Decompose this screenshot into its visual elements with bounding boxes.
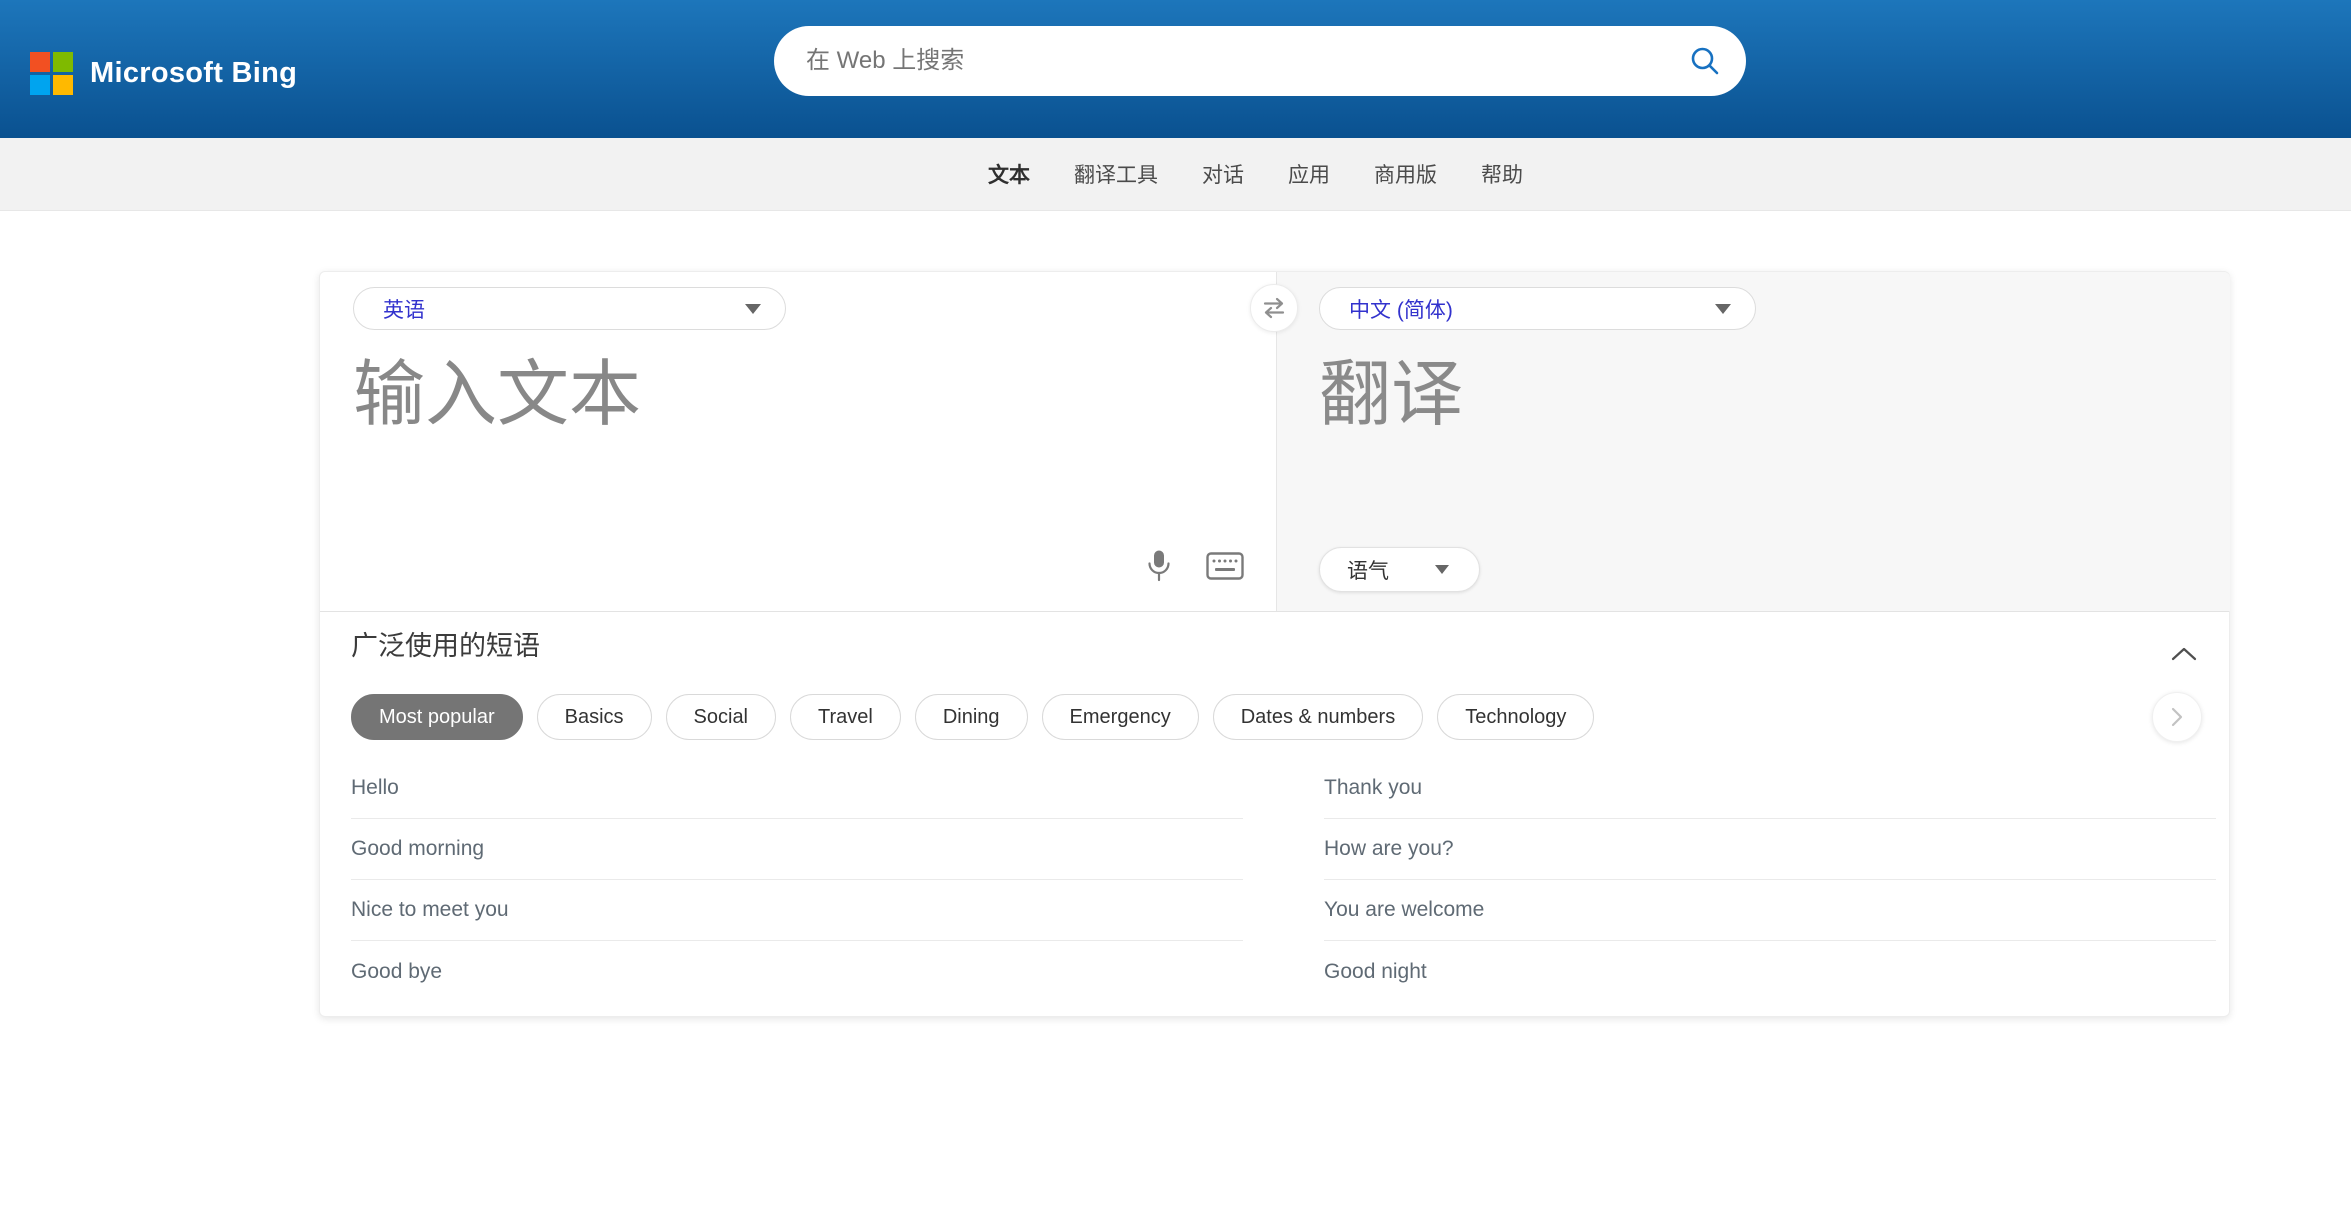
- category-travel[interactable]: Travel: [790, 694, 901, 740]
- chevron-down-icon: [1435, 565, 1449, 574]
- category-technology[interactable]: Technology: [1437, 694, 1595, 740]
- category-emergency[interactable]: Emergency: [1041, 694, 1199, 740]
- translator-nav: 文本 翻译工具 对话 应用 商用版 帮助: [0, 138, 2351, 211]
- tab-conversation[interactable]: 对话: [1202, 159, 1244, 189]
- section-divider: [320, 611, 2229, 612]
- tab-business[interactable]: 商用版: [1374, 159, 1437, 189]
- source-text-input[interactable]: 输入文本: [320, 332, 1275, 610]
- source-language-label: 英语: [383, 298, 425, 322]
- tab-apps[interactable]: 应用: [1288, 159, 1330, 189]
- header: Microsoft Bing: [0, 0, 2351, 138]
- categories-next-button[interactable]: [2152, 692, 2202, 742]
- brand-title: Microsoft Bing: [90, 57, 298, 89]
- category-social[interactable]: Social: [665, 694, 777, 740]
- target-language-label: 中文 (简体): [1349, 298, 1453, 322]
- phrase-item[interactable]: Good morning: [351, 819, 1243, 880]
- swap-icon: [1263, 297, 1285, 319]
- web-search-box: [774, 26, 1746, 96]
- phrases-list: Hello Good morning Nice to meet you Good…: [351, 758, 2216, 1002]
- phrases-left-column: Hello Good morning Nice to meet you Good…: [351, 758, 1243, 1002]
- nav-tabs: 文本 翻译工具 对话 应用 商用版 帮助: [988, 138, 1523, 210]
- category-basics[interactable]: Basics: [536, 694, 652, 740]
- phrase-item[interactable]: You are welcome: [1324, 880, 2216, 941]
- category-dates-numbers[interactable]: Dates & numbers: [1212, 694, 1424, 740]
- tab-translation-tools[interactable]: 翻译工具: [1074, 159, 1158, 189]
- tone-selector[interactable]: 语气: [1319, 547, 1480, 592]
- source-language-selector[interactable]: 英语: [353, 287, 786, 330]
- phrases-right-column: Thank you How are you? You are welcome G…: [1324, 758, 2216, 1002]
- translator-card: 英语 中文 (简体) 输入文本 翻译 语气 广泛使用的短语 Most popul…: [319, 271, 2230, 1017]
- phrase-item[interactable]: Hello: [351, 758, 1243, 819]
- phrase-item[interactable]: How are you?: [1324, 819, 2216, 880]
- phrase-item[interactable]: Nice to meet you: [351, 880, 1243, 941]
- tone-label: 语气: [1347, 559, 1389, 583]
- microphone-icon[interactable]: [1137, 544, 1181, 588]
- target-placeholder: 翻译: [1319, 355, 1464, 435]
- phrase-category-chips: Most popular Basics Social Travel Dining…: [351, 694, 1595, 740]
- chevron-down-icon: [1715, 303, 1731, 314]
- phrases-section-title: 广泛使用的短语: [351, 631, 540, 661]
- phrase-item[interactable]: Good bye: [351, 941, 1243, 1002]
- collapse-chevron-up-icon[interactable]: [2167, 639, 2201, 669]
- microsoft-logo-icon: [30, 52, 73, 95]
- bing-home-link[interactable]: Microsoft Bing: [30, 52, 297, 95]
- source-placeholder: 输入文本: [353, 355, 642, 435]
- tab-help[interactable]: 帮助: [1481, 159, 1523, 189]
- category-most-popular[interactable]: Most popular: [351, 694, 523, 740]
- category-dining[interactable]: Dining: [914, 694, 1028, 740]
- phrase-item[interactable]: Thank you: [1324, 758, 2216, 819]
- keyboard-icon[interactable]: [1203, 544, 1247, 588]
- chevron-down-icon: [745, 303, 761, 314]
- search-icon[interactable]: [1688, 44, 1722, 78]
- search-input[interactable]: [806, 47, 1688, 75]
- tab-text[interactable]: 文本: [988, 159, 1030, 189]
- target-language-selector[interactable]: 中文 (简体): [1319, 287, 1756, 330]
- swap-languages-button[interactable]: [1250, 284, 1298, 332]
- chevron-right-icon: [2171, 707, 2183, 727]
- phrase-item[interactable]: Good night: [1324, 941, 2216, 1002]
